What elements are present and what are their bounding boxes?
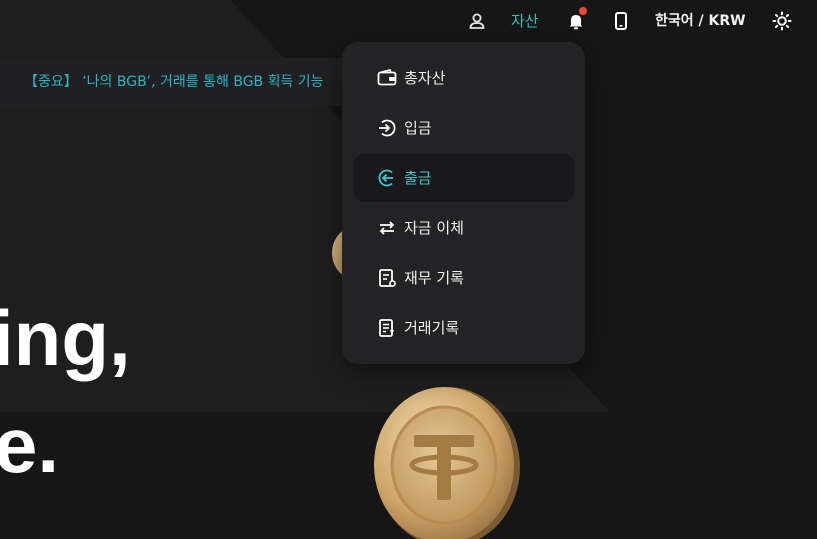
financial-record-icon: [376, 267, 398, 289]
menu-item-transfer[interactable]: 자금 이체: [354, 204, 574, 252]
sun-icon[interactable]: [772, 11, 792, 31]
menu-item-withdraw[interactable]: 출금: [354, 154, 574, 202]
announcement-banner[interactable]: 【중요】 ‘나의 BGB’, 거래를 통해 BGB 획득 기능: [0, 58, 380, 106]
coin-large-image: [374, 387, 520, 539]
wallet-icon: [376, 67, 398, 89]
menu-item-label: 재무 기록: [404, 269, 464, 287]
menu-item-financial-records[interactable]: 재무 기록: [354, 254, 574, 302]
menu-item-trade-history[interactable]: 거래기록: [354, 304, 574, 352]
hero-heading-line2: e.: [0, 401, 60, 489]
transfer-icon: [376, 217, 398, 239]
withdraw-icon: [376, 167, 398, 189]
trade-record-icon: [376, 317, 398, 339]
mobile-icon[interactable]: [611, 11, 631, 31]
menu-item-label: 거래기록: [404, 319, 460, 337]
announcement-text[interactable]: 【중요】 ‘나의 BGB’, 거래를 통해 BGB 획득 기능: [24, 72, 324, 92]
notification-dot: [579, 7, 587, 15]
hero-heading-line1: ing,: [0, 294, 131, 382]
bell-icon[interactable]: [566, 7, 587, 31]
language-currency-selector[interactable]: 한국어 / KRW: [655, 11, 746, 31]
menu-item-label: 입금: [404, 119, 432, 137]
menu-item-label: 총자산: [404, 69, 446, 87]
assets-dropdown-menu: 총자산 입금 출금 자금 이체 재무 기록 거래기록: [342, 42, 585, 364]
user-icon[interactable]: [467, 11, 487, 31]
menu-item-label: 자금 이체: [404, 219, 464, 237]
top-nav: 자산 한국어 / KRW: [0, 0, 817, 42]
menu-item-label: 출금: [404, 169, 432, 187]
nav-assets-link[interactable]: 자산: [511, 11, 539, 31]
menu-item-deposit[interactable]: 입금: [354, 104, 574, 152]
deposit-icon: [376, 117, 398, 139]
menu-item-total-assets[interactable]: 총자산: [354, 54, 574, 102]
